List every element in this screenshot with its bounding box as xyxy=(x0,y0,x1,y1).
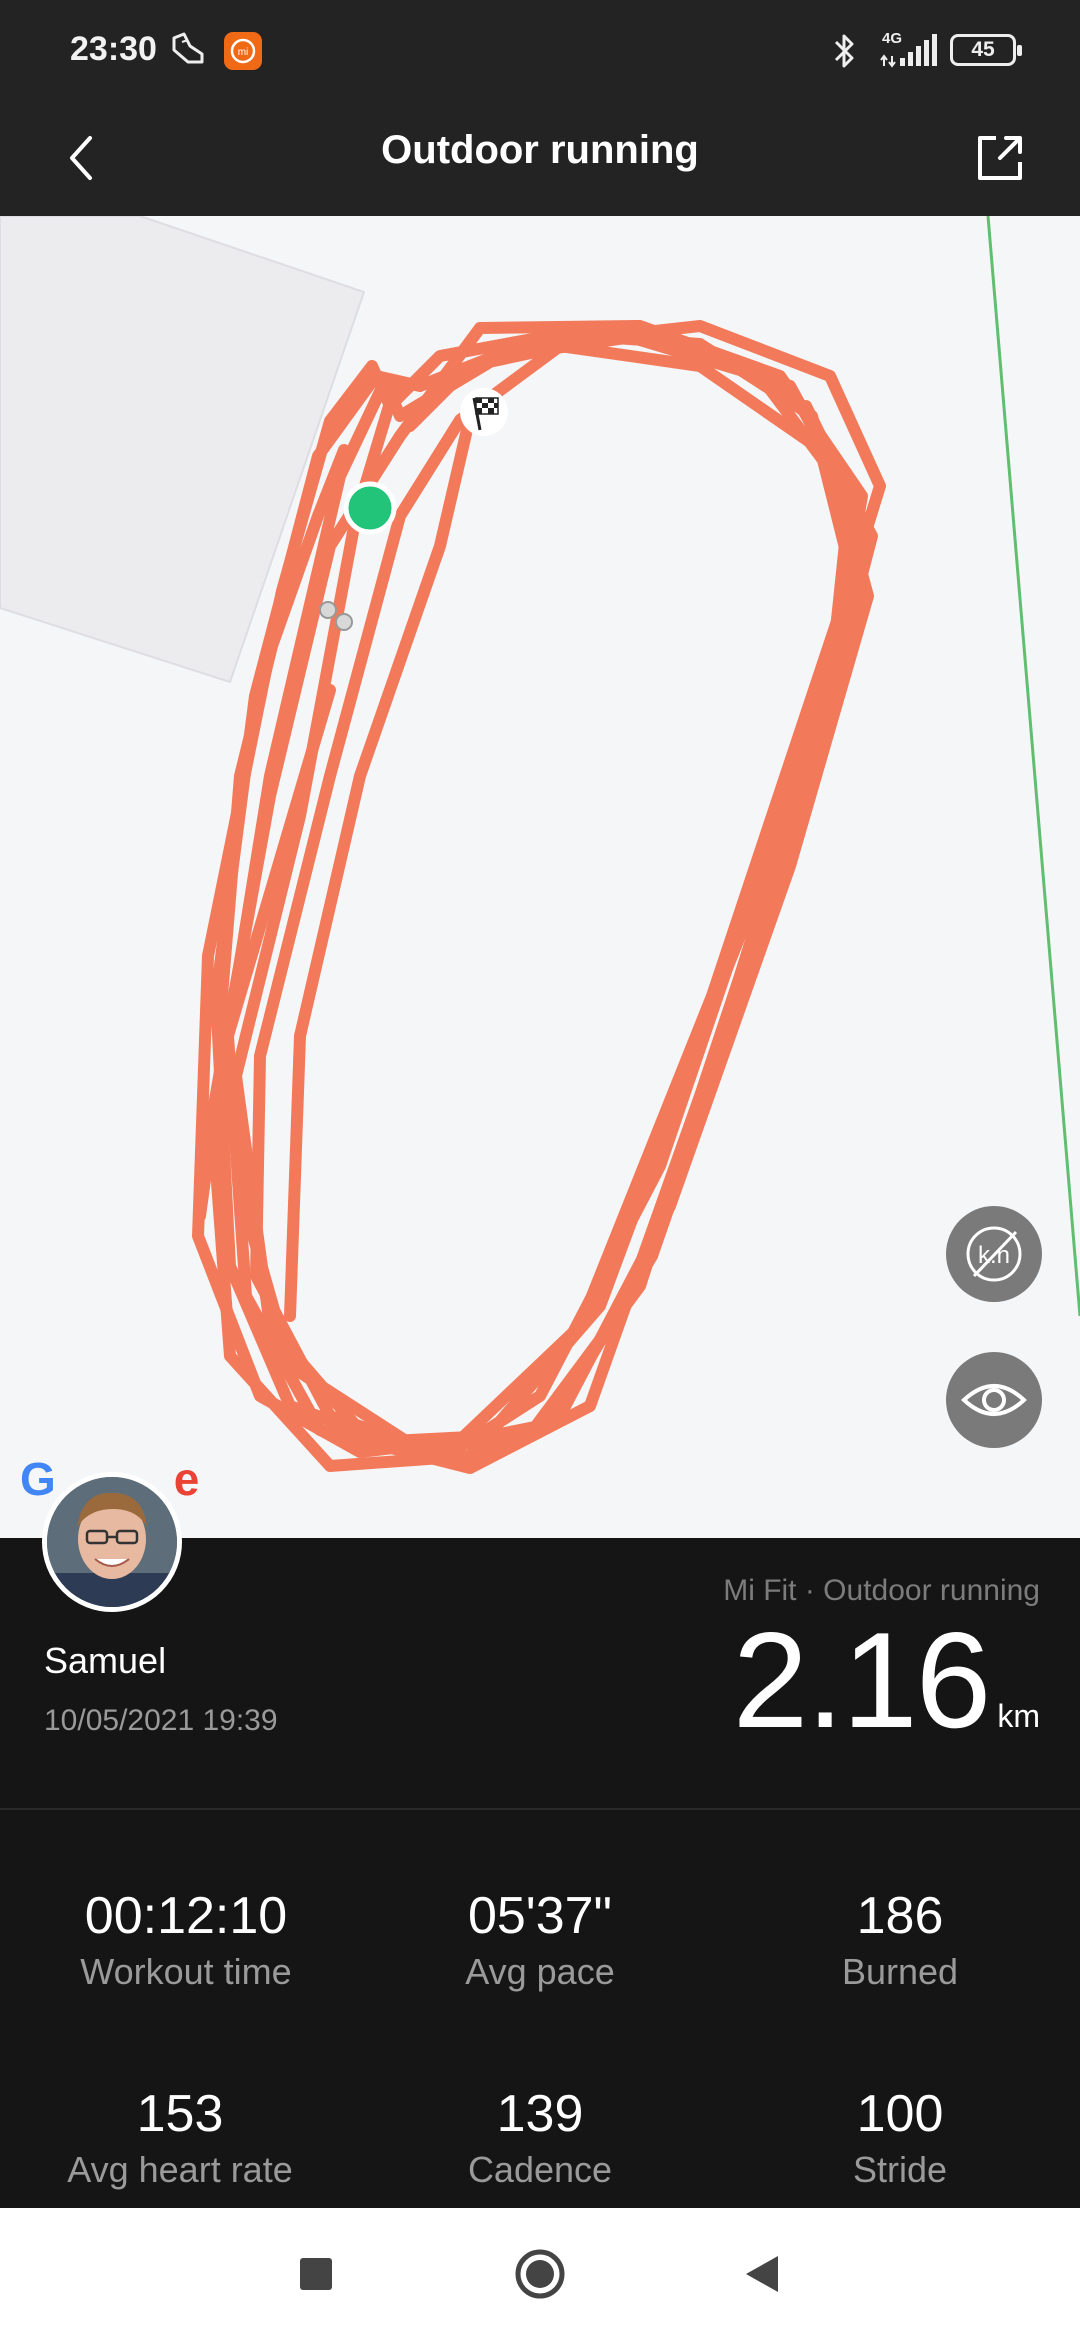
workout-source: Mi Fit · Outdoor running xyxy=(723,1574,1040,1607)
hide-km-markers-icon: k.n xyxy=(966,1226,1022,1282)
avatar[interactable] xyxy=(42,1472,182,1612)
system-nav-bar xyxy=(0,2208,1080,2340)
toggle-visibility-button[interactable] xyxy=(946,1352,1042,1448)
stat-label: Avg heart rate xyxy=(67,2149,293,2191)
divider xyxy=(0,1808,1080,1810)
stat-workout-time: 00:12:10 Workout time xyxy=(6,1887,366,1993)
route-map-canvas xyxy=(0,216,1080,1474)
route-point-marker xyxy=(319,601,337,619)
back-nav-button[interactable] xyxy=(700,2208,820,2340)
route-point-marker xyxy=(335,613,353,631)
stat-avg-pace: 05'37" Avg pace xyxy=(360,1887,720,1993)
recents-square-icon xyxy=(300,2258,332,2290)
workout-date: 10/05/2021 19:39 xyxy=(44,1704,278,1737)
shoe-notification-icon xyxy=(172,32,204,64)
stat-label: Avg pace xyxy=(465,1951,615,1993)
user-name: Samuel xyxy=(44,1640,167,1681)
share-icon xyxy=(978,136,1022,180)
battery-icon: 45 xyxy=(950,34,1022,66)
battery-level: 45 xyxy=(971,38,995,61)
bluetooth-icon xyxy=(834,34,854,68)
stat-burned: 186 Burned xyxy=(720,1887,1080,1993)
hide-km-markers-button[interactable]: k.n xyxy=(946,1206,1042,1302)
page-title: Outdoor running xyxy=(381,128,699,172)
home-button[interactable] xyxy=(480,2208,600,2340)
stat-label: Cadence xyxy=(467,2149,613,2191)
distance-unit: km xyxy=(997,1698,1040,1734)
stat-value: 153 xyxy=(136,2085,224,2143)
checkered-flag-icon xyxy=(460,388,508,436)
stat-avg-heart-rate: 153 Avg heart rate xyxy=(0,2085,360,2191)
stat-value: 100 xyxy=(856,2085,944,2143)
header-bar: Outdoor running xyxy=(0,100,1080,216)
route-path xyxy=(192,320,886,1474)
svg-text:mi: mi xyxy=(238,47,249,58)
route-map[interactable]: k.n Ge xyxy=(0,216,1080,1538)
recents-button[interactable] xyxy=(256,2208,376,2340)
stat-value: 00:12:10 xyxy=(84,1887,288,1945)
home-circle-icon xyxy=(515,2249,565,2299)
signal-icon xyxy=(880,34,937,68)
stat-cadence: 139 Cadence xyxy=(360,2085,720,2191)
mi-app-icon: mi xyxy=(224,32,262,70)
eye-icon xyxy=(961,1384,1027,1416)
stat-label: Burned xyxy=(841,1951,959,1993)
stat-stride: 100 Stride xyxy=(720,2085,1080,2191)
distance-value: 2.16 xyxy=(732,1604,992,1756)
avatar-photo xyxy=(47,1477,177,1607)
stat-label: Workout time xyxy=(80,1951,292,1993)
back-triangle-icon xyxy=(746,2256,778,2292)
start-marker xyxy=(343,481,397,535)
share-button[interactable] xyxy=(960,118,1040,198)
distance-display: 2.16 km xyxy=(733,1612,1040,1748)
map-road xyxy=(986,216,1080,1317)
stat-value: 05'37" xyxy=(467,1887,613,1945)
stat-value: 139 xyxy=(496,2085,584,2143)
status-time: 23:30 xyxy=(70,30,157,68)
stat-label: Stride xyxy=(852,2149,948,2191)
status-bar: 23:30 mi 4G 45 xyxy=(0,0,1080,100)
stat-value: 186 xyxy=(856,1887,944,1945)
